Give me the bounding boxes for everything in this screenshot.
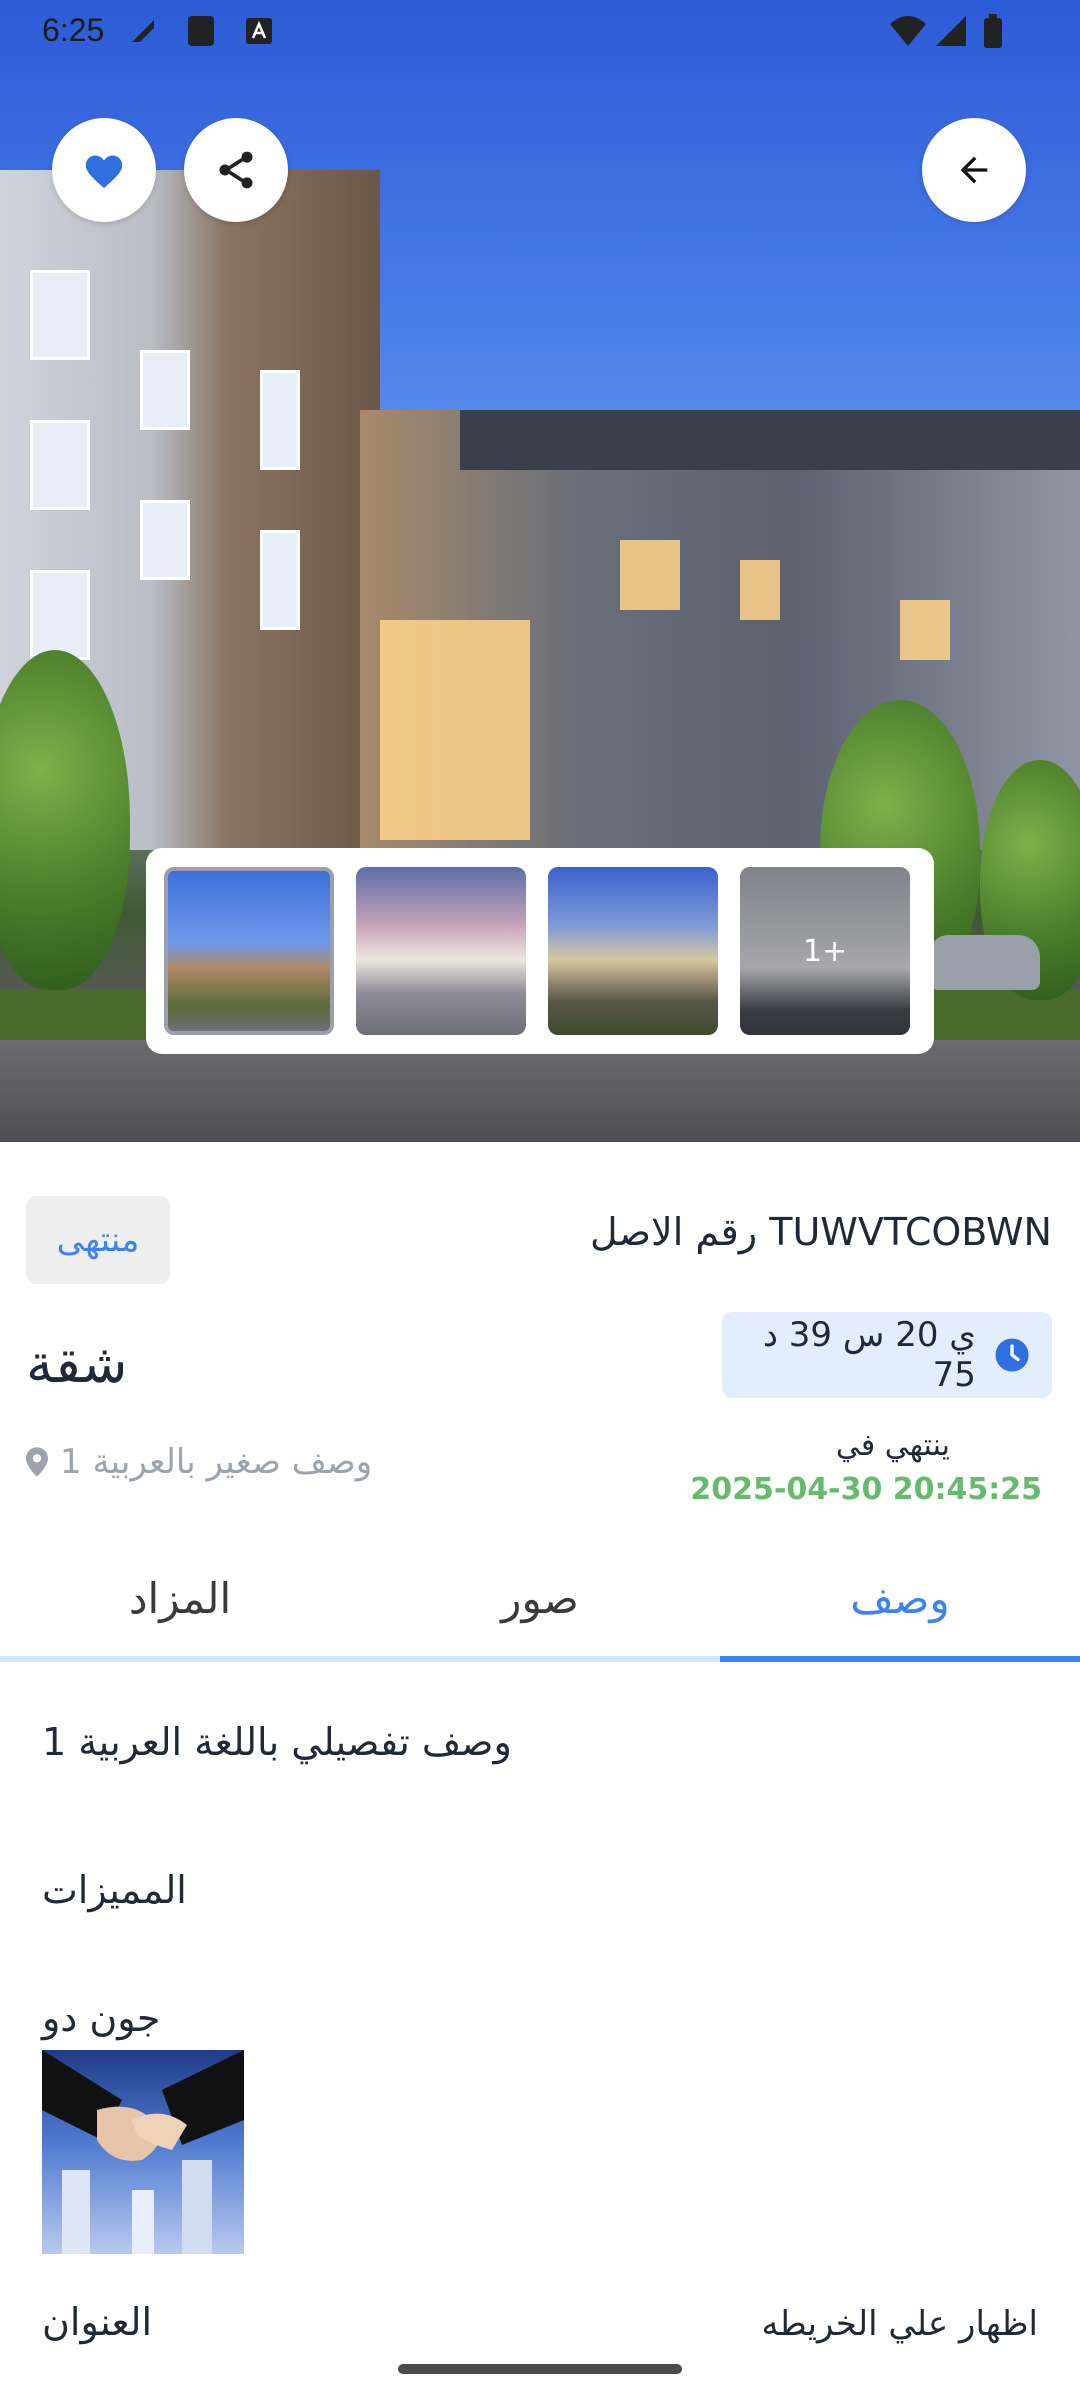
location-pin-icon: [26, 1447, 48, 1477]
signal-icon: [936, 16, 966, 46]
share-button[interactable]: [184, 118, 288, 222]
countdown-text: ي 20 س 39 د 75: [762, 1315, 976, 1395]
share-icon: [219, 151, 253, 189]
short-description: وصف صغير بالعربية 1: [60, 1442, 373, 1482]
thumbnail-2[interactable]: [356, 867, 526, 1035]
owner-name: جون دو: [42, 1996, 161, 2040]
countdown-timer: ي 20 س 39 د 75: [722, 1312, 1052, 1398]
notification-icon: [132, 20, 154, 42]
clock-icon: [995, 1338, 1029, 1372]
heart-icon: [85, 155, 123, 189]
listing-title: شقة: [26, 1332, 128, 1395]
back-button[interactable]: [922, 118, 1026, 222]
ends-date: 2025-04-30 20:45:25: [690, 1472, 1042, 1507]
tab-photos[interactable]: صور: [360, 1540, 720, 1656]
translate-icon: [246, 18, 272, 44]
thumbnail-strip: 1+: [146, 848, 934, 1054]
detailed-description: وصف تفصيلي باللغة العربية 1: [42, 1720, 512, 1764]
car: [930, 935, 1040, 990]
status-bar: 6:25: [0, 0, 1080, 64]
thumbnail-1[interactable]: [164, 867, 334, 1035]
sd-card-icon: [188, 16, 214, 46]
tab-auction[interactable]: المزاد: [0, 1540, 360, 1656]
favorite-button[interactable]: [52, 118, 156, 222]
status-time: 6:25: [42, 12, 105, 48]
tab-description[interactable]: وصف: [720, 1540, 1080, 1662]
asset-number: TUWVTCOBWN رقم الاصل: [590, 1210, 1052, 1254]
status-badge: منتهى: [26, 1196, 170, 1284]
ends-label: ينتهي في: [835, 1428, 950, 1463]
address-heading: العنوان: [42, 2300, 153, 2344]
wifi-icon: [890, 16, 926, 46]
location-row: وصف صغير بالعربية 1: [26, 1442, 372, 1482]
battery-icon: [984, 14, 1002, 48]
tab-bar: المزاد صور وصف: [0, 1540, 1080, 1662]
thumbnail-3[interactable]: [548, 867, 718, 1035]
show-on-map-link[interactable]: اظهار علي الخريطه: [761, 2304, 1038, 2344]
features-heading: المميزات: [42, 1868, 187, 1912]
hero-image: 6:25 1+: [0, 0, 1080, 1142]
thumbnail-4[interactable]: 1+: [740, 867, 910, 1035]
owner-image: [42, 2050, 244, 2254]
home-indicator[interactable]: [398, 2364, 682, 2374]
more-photos-label: 1+: [740, 867, 910, 1035]
arrow-left-icon: [960, 156, 988, 184]
